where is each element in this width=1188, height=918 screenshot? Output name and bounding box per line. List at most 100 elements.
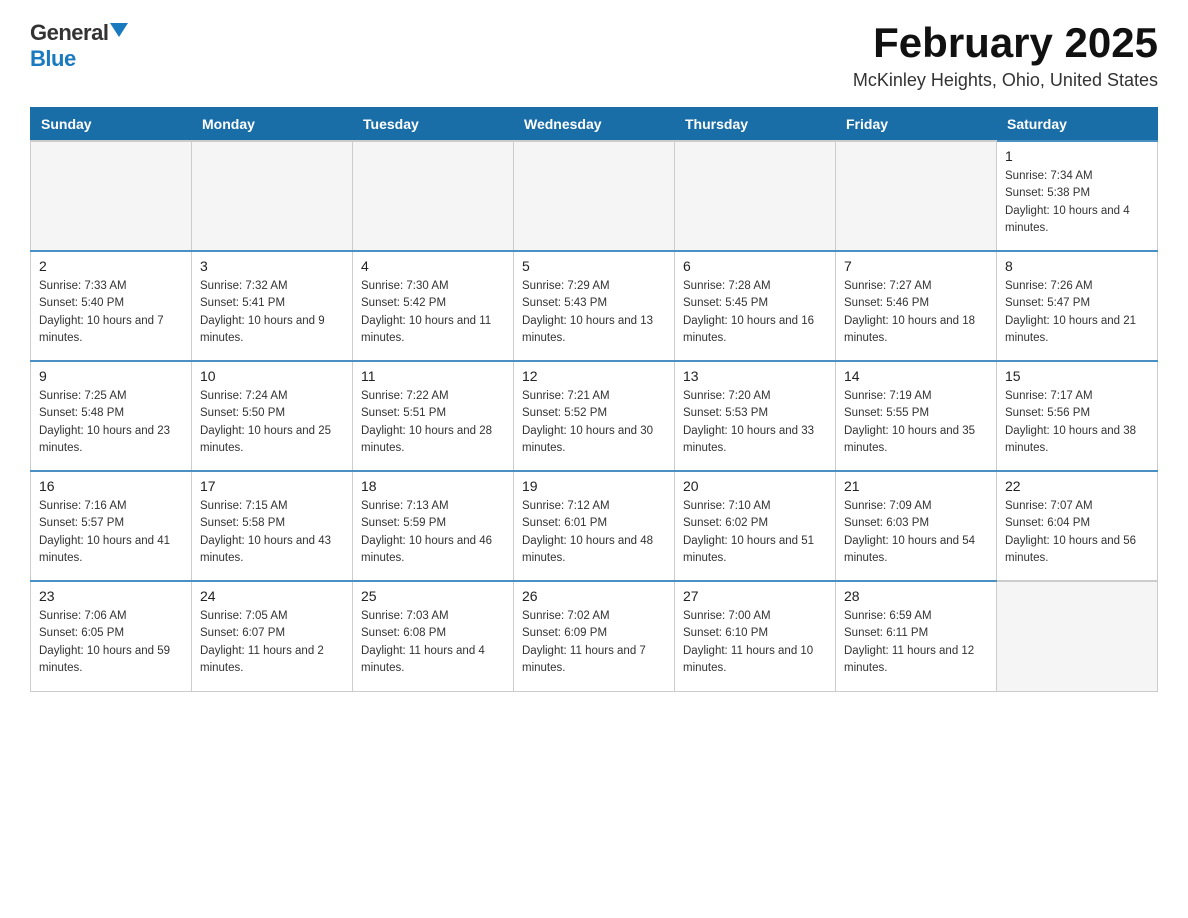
calendar-cell: 15 Sunrise: 7:17 AMSunset: 5:56 PMDayligh… <box>997 361 1158 471</box>
calendar-cell <box>353 141 514 251</box>
calendar-cell: 21 Sunrise: 7:09 AMSunset: 6:03 PMDayligh… <box>836 471 997 581</box>
day-number: 13 <box>683 368 827 384</box>
calendar-cell: 1 Sunrise: 7:34 AMSunset: 5:38 PMDaylight… <box>997 141 1158 251</box>
calendar-week-row: 16 Sunrise: 7:16 AMSunset: 5:57 PMDayligh… <box>31 471 1158 581</box>
calendar-cell: 3 Sunrise: 7:32 AMSunset: 5:41 PMDaylight… <box>192 251 353 361</box>
title-block: February 2025 McKinley Heights, Ohio, Un… <box>853 20 1158 91</box>
calendar-week-row: 9Sunrise: 7:25 AMSunset: 5:48 PMDaylight… <box>31 361 1158 471</box>
calendar-cell: 6 Sunrise: 7:28 AMSunset: 5:45 PMDaylight… <box>675 251 836 361</box>
calendar-cell: 19 Sunrise: 7:12 AMSunset: 6:01 PMDayligh… <box>514 471 675 581</box>
calendar-subtitle: McKinley Heights, Ohio, United States <box>853 70 1158 91</box>
calendar-cell <box>836 141 997 251</box>
day-number: 4 <box>361 258 505 274</box>
day-info: Sunrise: 7:10 AMSunset: 6:02 PMDaylight:… <box>683 498 827 567</box>
day-number: 21 <box>844 478 988 494</box>
day-number: 11 <box>361 368 505 384</box>
calendar-cell: 22 Sunrise: 7:07 AMSunset: 6:04 PMDayligh… <box>997 471 1158 581</box>
calendar-cell <box>514 141 675 251</box>
calendar-cell: 28 Sunrise: 6:59 AMSunset: 6:11 PMDayligh… <box>836 581 997 691</box>
day-info: Sunrise: 7:32 AMSunset: 5:41 PMDaylight:… <box>200 278 344 347</box>
day-number: 14 <box>844 368 988 384</box>
day-info: Sunrise: 7:17 AMSunset: 5:56 PMDaylight:… <box>1005 388 1149 457</box>
day-info: Sunrise: 7:20 AMSunset: 5:53 PMDaylight:… <box>683 388 827 457</box>
day-number: 9 <box>39 368 183 384</box>
weekday-header-tuesday: Tuesday <box>353 108 514 142</box>
day-info: Sunrise: 7:26 AMSunset: 5:47 PMDaylight:… <box>1005 278 1149 347</box>
calendar-cell: 13 Sunrise: 7:20 AMSunset: 5:53 PMDayligh… <box>675 361 836 471</box>
day-info: Sunrise: 7:06 AMSunset: 6:05 PMDaylight:… <box>39 608 183 677</box>
day-number: 7 <box>844 258 988 274</box>
day-number: 8 <box>1005 258 1149 274</box>
day-info: Sunrise: 7:12 AMSunset: 6:01 PMDaylight:… <box>522 498 666 567</box>
calendar-cell: 24Sunrise: 7:05 AMSunset: 6:07 PMDayligh… <box>192 581 353 691</box>
day-number: 18 <box>361 478 505 494</box>
calendar-cell: 18 Sunrise: 7:13 AMSunset: 5:59 PMDayligh… <box>353 471 514 581</box>
day-number: 25 <box>361 588 505 604</box>
weekday-header-saturday: Saturday <box>997 108 1158 142</box>
weekday-header-row: SundayMondayTuesdayWednesdayThursdayFrid… <box>31 108 1158 142</box>
day-info: Sunrise: 7:21 AMSunset: 5:52 PMDaylight:… <box>522 388 666 457</box>
day-number: 1 <box>1005 148 1149 164</box>
day-info: Sunrise: 7:24 AMSunset: 5:50 PMDaylight:… <box>200 388 344 457</box>
day-info: Sunrise: 7:28 AMSunset: 5:45 PMDaylight:… <box>683 278 827 347</box>
day-info: Sunrise: 7:22 AMSunset: 5:51 PMDaylight:… <box>361 388 505 457</box>
day-number: 16 <box>39 478 183 494</box>
weekday-header-monday: Monday <box>192 108 353 142</box>
calendar-week-row: 2Sunrise: 7:33 AMSunset: 5:40 PMDaylight… <box>31 251 1158 361</box>
calendar-title: February 2025 <box>853 20 1158 66</box>
calendar-week-row: 23Sunrise: 7:06 AMSunset: 6:05 PMDayligh… <box>31 581 1158 691</box>
weekday-header-sunday: Sunday <box>31 108 192 142</box>
day-number: 12 <box>522 368 666 384</box>
day-number: 28 <box>844 588 988 604</box>
calendar-cell <box>192 141 353 251</box>
calendar-body: 1 Sunrise: 7:34 AMSunset: 5:38 PMDaylight… <box>31 141 1158 691</box>
day-number: 27 <box>683 588 827 604</box>
calendar-cell: 10Sunrise: 7:24 AMSunset: 5:50 PMDayligh… <box>192 361 353 471</box>
calendar-cell: 4Sunrise: 7:30 AMSunset: 5:42 PMDaylight… <box>353 251 514 361</box>
day-info: Sunrise: 7:09 AMSunset: 6:03 PMDaylight:… <box>844 498 988 567</box>
day-info: Sunrise: 7:05 AMSunset: 6:07 PMDaylight:… <box>200 608 344 677</box>
day-number: 19 <box>522 478 666 494</box>
weekday-header-friday: Friday <box>836 108 997 142</box>
day-info: Sunrise: 7:29 AMSunset: 5:43 PMDaylight:… <box>522 278 666 347</box>
day-info: Sunrise: 6:59 AMSunset: 6:11 PMDaylight:… <box>844 608 988 677</box>
calendar-cell: 7Sunrise: 7:27 AMSunset: 5:46 PMDaylight… <box>836 251 997 361</box>
calendar-cell: 8 Sunrise: 7:26 AMSunset: 5:47 PMDaylight… <box>997 251 1158 361</box>
logo: General Blue <box>30 20 128 72</box>
calendar-cell: 16 Sunrise: 7:16 AMSunset: 5:57 PMDayligh… <box>31 471 192 581</box>
calendar-cell <box>997 581 1158 691</box>
calendar-cell: 27 Sunrise: 7:00 AMSunset: 6:10 PMDayligh… <box>675 581 836 691</box>
day-info: Sunrise: 7:07 AMSunset: 6:04 PMDaylight:… <box>1005 498 1149 567</box>
calendar-header: SundayMondayTuesdayWednesdayThursdayFrid… <box>31 108 1158 142</box>
day-number: 3 <box>200 258 344 274</box>
calendar-cell: 26Sunrise: 7:02 AMSunset: 6:09 PMDayligh… <box>514 581 675 691</box>
day-number: 2 <box>39 258 183 274</box>
day-number: 26 <box>522 588 666 604</box>
calendar-cell: 12 Sunrise: 7:21 AMSunset: 5:52 PMDayligh… <box>514 361 675 471</box>
calendar-cell: 11 Sunrise: 7:22 AMSunset: 5:51 PMDayligh… <box>353 361 514 471</box>
day-info: Sunrise: 7:00 AMSunset: 6:10 PMDaylight:… <box>683 608 827 677</box>
calendar-cell: 20 Sunrise: 7:10 AMSunset: 6:02 PMDayligh… <box>675 471 836 581</box>
calendar-cell: 17 Sunrise: 7:15 AMSunset: 5:58 PMDayligh… <box>192 471 353 581</box>
calendar-cell <box>675 141 836 251</box>
calendar-cell: 2Sunrise: 7:33 AMSunset: 5:40 PMDaylight… <box>31 251 192 361</box>
calendar-cell: 9Sunrise: 7:25 AMSunset: 5:48 PMDaylight… <box>31 361 192 471</box>
calendar-week-row: 1 Sunrise: 7:34 AMSunset: 5:38 PMDaylight… <box>31 141 1158 251</box>
day-number: 5 <box>522 258 666 274</box>
day-info: Sunrise: 7:13 AMSunset: 5:59 PMDaylight:… <box>361 498 505 567</box>
calendar-table: SundayMondayTuesdayWednesdayThursdayFrid… <box>30 107 1158 692</box>
day-number: 17 <box>200 478 344 494</box>
calendar-cell: 23Sunrise: 7:06 AMSunset: 6:05 PMDayligh… <box>31 581 192 691</box>
day-info: Sunrise: 7:16 AMSunset: 5:57 PMDaylight:… <box>39 498 183 567</box>
day-info: Sunrise: 7:15 AMSunset: 5:58 PMDaylight:… <box>200 498 344 567</box>
day-number: 20 <box>683 478 827 494</box>
day-number: 22 <box>1005 478 1149 494</box>
day-number: 15 <box>1005 368 1149 384</box>
logo-triangle-icon <box>110 23 128 37</box>
logo-general-text: General <box>30 20 108 46</box>
day-number: 6 <box>683 258 827 274</box>
day-info: Sunrise: 7:34 AMSunset: 5:38 PMDaylight:… <box>1005 168 1149 237</box>
calendar-cell: 14Sunrise: 7:19 AMSunset: 5:55 PMDayligh… <box>836 361 997 471</box>
calendar-cell <box>31 141 192 251</box>
page-header: General Blue February 2025 McKinley Heig… <box>30 20 1158 91</box>
